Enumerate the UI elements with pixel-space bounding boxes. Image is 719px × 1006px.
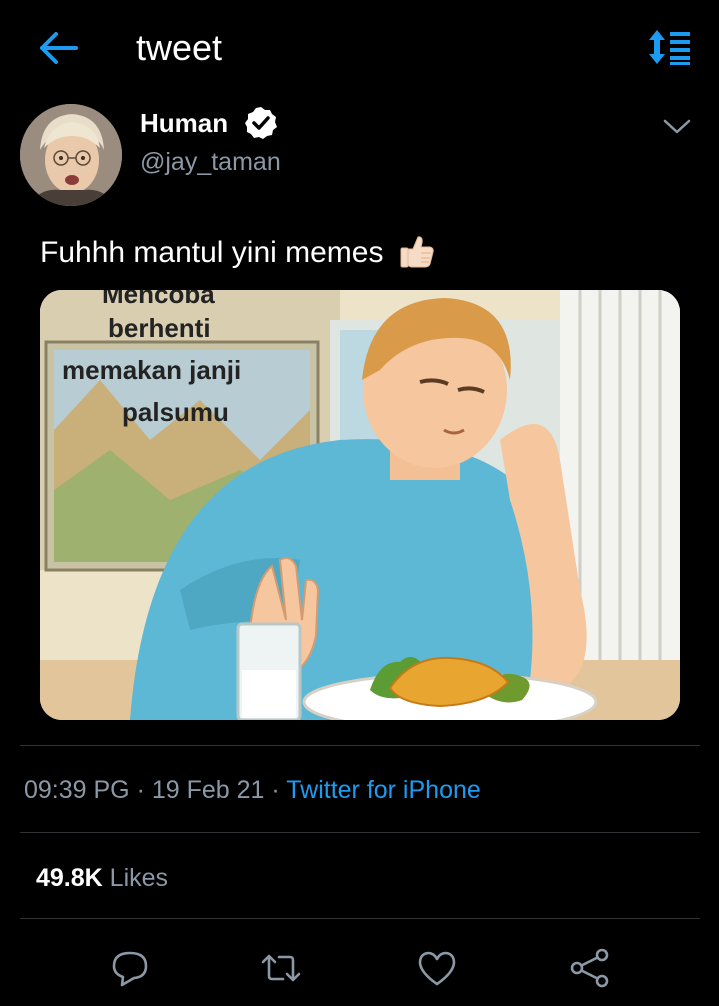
tweet-media-image[interactable]: Mencoba berhenti memakan janji palsumu bbox=[40, 290, 680, 720]
tweet-date: 19 Feb 21 bbox=[151, 776, 265, 804]
avatar[interactable] bbox=[20, 104, 122, 206]
author-handle[interactable]: @jay_taman bbox=[140, 146, 281, 178]
likes-label: Likes bbox=[109, 864, 169, 892]
sort-list-icon bbox=[649, 30, 690, 65]
meme-caption-line: Mencoba bbox=[102, 290, 215, 309]
share-button[interactable] bbox=[568, 946, 612, 990]
share-icon bbox=[570, 948, 609, 988]
divider bbox=[20, 832, 700, 833]
back-button[interactable] bbox=[36, 26, 80, 70]
meme-caption-line: berhenti bbox=[108, 313, 211, 343]
retweet-button[interactable] bbox=[259, 946, 303, 990]
likes-stat[interactable]: 49.8K Likes bbox=[36, 860, 168, 896]
thumbs-up-icon bbox=[400, 236, 434, 268]
divider bbox=[20, 745, 700, 746]
tweet-meta: 09:39 PG · 19 Feb 21 · Twitter for iPhon… bbox=[24, 772, 481, 808]
tweet-text-row: Fuhhh mantul yini memes bbox=[40, 232, 436, 274]
tweet-text: Fuhhh mantul yini memes bbox=[40, 236, 384, 269]
more-options-button[interactable] bbox=[662, 112, 692, 140]
chevron-down-icon bbox=[663, 119, 691, 134]
sort-button[interactable] bbox=[646, 28, 692, 66]
verified-badge-icon bbox=[245, 107, 277, 139]
reply-icon bbox=[112, 951, 148, 987]
separator: · bbox=[271, 776, 280, 804]
divider bbox=[20, 918, 700, 919]
retweet-icon bbox=[261, 954, 301, 982]
like-icon bbox=[418, 951, 456, 986]
tweet-source-link[interactable]: Twitter for iPhone bbox=[286, 776, 481, 804]
author-name[interactable]: Human bbox=[140, 106, 228, 140]
arrow-left-icon bbox=[40, 32, 78, 64]
meme-caption-line: memakan janji bbox=[62, 355, 242, 385]
avatar-photo bbox=[20, 104, 122, 206]
top-bar: tweet bbox=[0, 0, 719, 96]
like-button[interactable] bbox=[415, 946, 459, 990]
reply-button[interactable] bbox=[108, 946, 152, 990]
page-title: tweet bbox=[136, 27, 223, 68]
likes-count: 49.8K bbox=[36, 864, 103, 892]
tweet-time: 09:39 PG bbox=[24, 776, 130, 804]
meme-caption-line: palsumu bbox=[122, 397, 229, 427]
separator: · bbox=[136, 776, 145, 804]
